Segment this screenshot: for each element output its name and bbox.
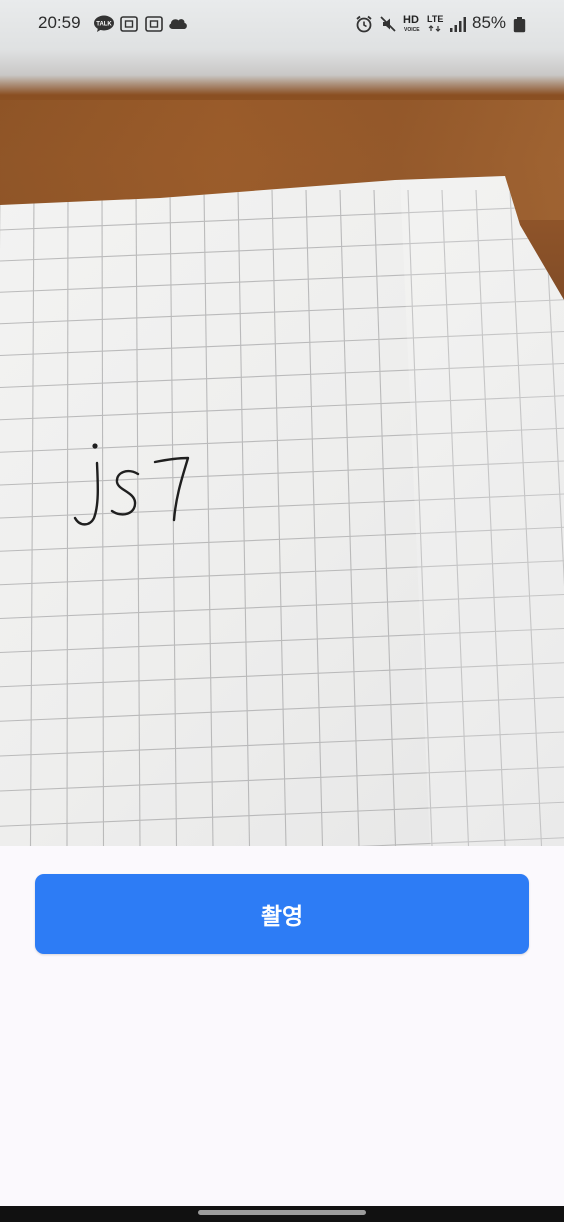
cloud-icon xyxy=(169,19,187,29)
grid-paper xyxy=(0,176,564,846)
voice-label: VOICE xyxy=(404,27,420,33)
data-arrows-icon xyxy=(428,25,441,32)
alarm-icon xyxy=(356,15,372,33)
home-handle[interactable] xyxy=(198,1210,366,1215)
status-time: 20:59 xyxy=(38,13,81,32)
status-bar: 20:59 TALK HD VOICE LTE 85% xyxy=(0,0,564,50)
navigation-bar xyxy=(0,1206,564,1222)
mute-icon xyxy=(380,16,396,32)
hd-voice-icon: HD xyxy=(403,14,419,26)
bottom-panel: 촬영 xyxy=(0,846,564,1206)
capture-button[interactable]: 촬영 xyxy=(35,874,529,954)
lte-icon: LTE xyxy=(427,14,444,24)
talk-icon: TALK xyxy=(94,15,114,32)
battery-icon xyxy=(513,17,526,33)
screenshot-icon xyxy=(120,16,138,32)
svg-text:TALK: TALK xyxy=(96,22,112,28)
signal-icon xyxy=(450,17,466,32)
battery-percent: 85% xyxy=(472,13,507,32)
camera-preview: 20:59 TALK HD VOICE LTE 85% xyxy=(0,0,564,846)
screenshot-icon xyxy=(145,16,163,32)
